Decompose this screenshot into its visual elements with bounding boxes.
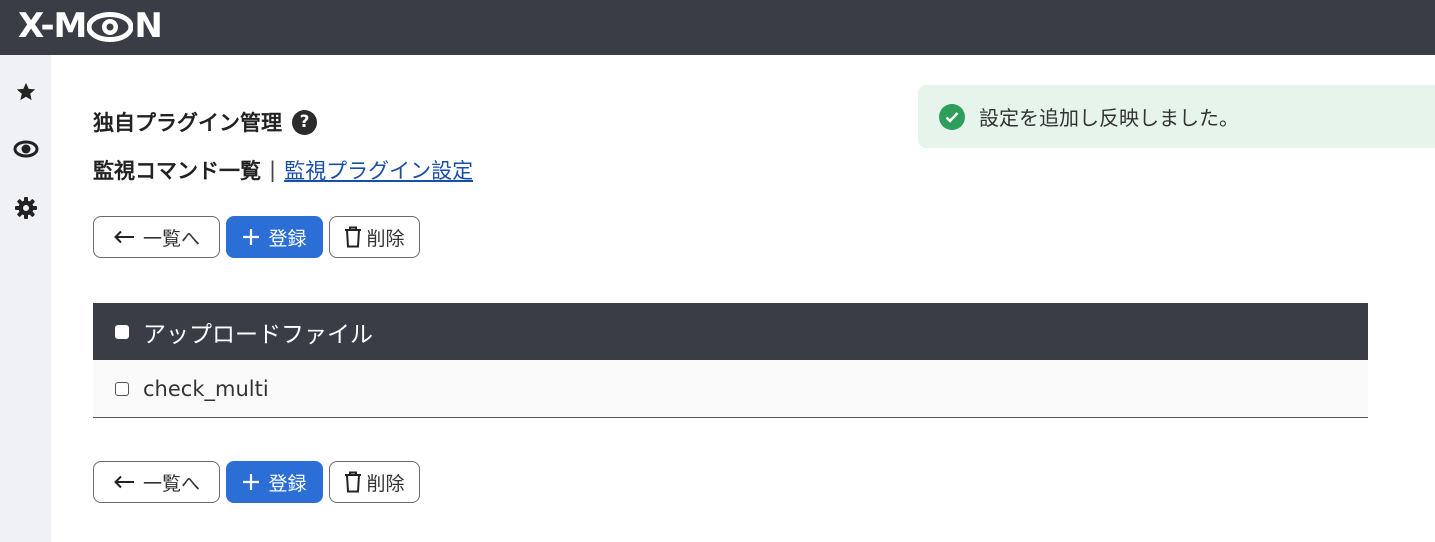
logo-text-right: N bbox=[134, 6, 162, 46]
back-to-list-button[interactable]: 一覧へ bbox=[93, 461, 220, 503]
logo-text-left: X-M bbox=[18, 6, 87, 46]
toolbar-top: 一覧へ 登録 削除 bbox=[93, 216, 420, 258]
add-label: 登録 bbox=[268, 472, 307, 495]
file-table: アップロードファイル check_multi bbox=[93, 303, 1368, 418]
delete-button[interactable]: 削除 bbox=[329, 216, 420, 258]
sidebar bbox=[0, 55, 51, 542]
arrow-left-icon bbox=[113, 475, 135, 489]
sub-navigation: 監視コマンド一覧 | 監視プラグイン設定 bbox=[93, 155, 473, 185]
add-label: 登録 bbox=[268, 227, 307, 250]
back-to-list-label: 一覧へ bbox=[142, 227, 200, 250]
help-icon[interactable]: ? bbox=[292, 109, 317, 135]
add-button[interactable]: 登録 bbox=[226, 461, 323, 503]
plus-icon bbox=[242, 228, 260, 246]
row-filename: check_multi bbox=[143, 376, 269, 401]
page-title-text: 独自プラグイン管理 bbox=[93, 111, 282, 135]
delete-button[interactable]: 削除 bbox=[329, 461, 420, 503]
back-to-list-button[interactable]: 一覧へ bbox=[93, 216, 220, 258]
table-header: アップロードファイル bbox=[93, 303, 1368, 360]
table-row: check_multi bbox=[93, 360, 1368, 418]
success-toast: 設定を追加し反映しました。 bbox=[918, 85, 1435, 148]
help-icon-label: ? bbox=[299, 112, 310, 132]
toast-message: 設定を追加し反映しました。 bbox=[979, 106, 1239, 130]
check-circle-icon bbox=[939, 103, 965, 130]
row-checkbox[interactable] bbox=[115, 381, 129, 396]
subnav-link-plugin-settings[interactable]: 監視プラグイン設定 bbox=[284, 155, 473, 185]
delete-label: 削除 bbox=[366, 472, 405, 495]
page-title: 独自プラグイン管理 ? bbox=[93, 107, 317, 137]
star-icon[interactable] bbox=[13, 79, 39, 105]
top-bar: X-M N bbox=[0, 0, 1435, 55]
table-header-label: アップロードファイル bbox=[143, 321, 373, 348]
delete-label: 削除 bbox=[366, 227, 405, 250]
app-logo[interactable]: X-M N bbox=[18, 6, 163, 46]
back-to-list-label: 一覧へ bbox=[142, 472, 200, 495]
arrow-left-icon bbox=[113, 230, 135, 244]
subnav-current: 監視コマンド一覧 bbox=[93, 159, 261, 183]
eye-icon[interactable] bbox=[13, 136, 39, 162]
trash-icon bbox=[344, 471, 362, 493]
subnav-separator: | bbox=[269, 158, 277, 182]
select-all-checkbox[interactable] bbox=[115, 324, 129, 339]
trash-icon bbox=[344, 226, 362, 248]
plus-icon bbox=[242, 473, 260, 491]
toolbar-bottom: 一覧へ 登録 削除 bbox=[93, 461, 420, 503]
gear-icon[interactable] bbox=[13, 195, 39, 221]
logo-eye-icon bbox=[86, 11, 134, 42]
add-button[interactable]: 登録 bbox=[226, 216, 323, 258]
